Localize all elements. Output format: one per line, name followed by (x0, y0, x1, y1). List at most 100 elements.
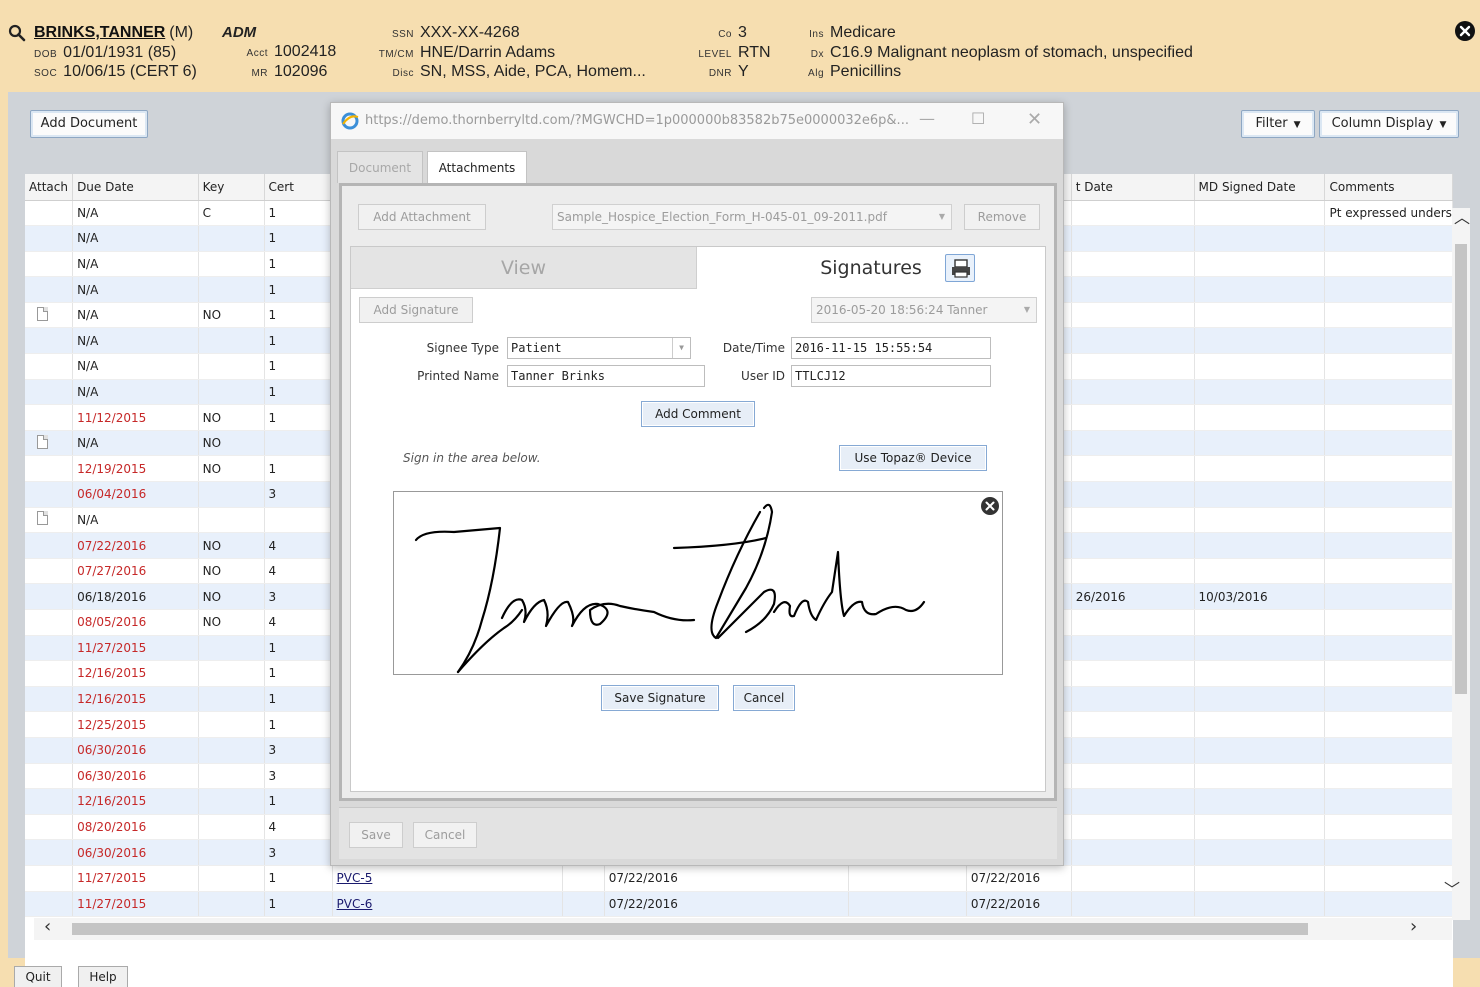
user-id-field[interactable]: TTLCJ12 (791, 365, 991, 387)
attach-cell (25, 763, 74, 790)
attach-cell (25, 327, 74, 355)
clear-signature-icon[interactable] (980, 496, 1000, 516)
attachment-icon[interactable] (37, 434, 48, 449)
printer-icon[interactable] (945, 254, 975, 282)
minimize-icon[interactable]: — (919, 109, 935, 128)
close-patient-icon[interactable] (1454, 20, 1476, 42)
attach-cell (25, 379, 74, 406)
md-signed-date-cell (1194, 532, 1326, 559)
signature-canvas[interactable] (393, 491, 1003, 675)
datetime-field[interactable]: 2016-11-15 15:55:54 (791, 337, 991, 359)
horizontal-scrollbar[interactable]: ‹ › (34, 916, 1452, 940)
patient-name-link[interactable]: BRINKS,TANNER (34, 24, 165, 42)
signature-history-select[interactable]: 2016-05-20 18:56:24 Tanner ▼ (811, 297, 1037, 323)
attachment-icon[interactable] (37, 511, 48, 526)
add-signature-button[interactable]: Add Signature (359, 297, 473, 323)
md-signed-date-cell (1194, 225, 1326, 252)
tab-signatures[interactable]: Signatures (697, 247, 1045, 289)
attach-cell (25, 276, 74, 303)
use-topaz-device-button[interactable]: Use Topaz® Device (839, 445, 987, 471)
signee-type-select[interactable]: Patient ▼ (507, 337, 691, 359)
sent-date-cell: 26/2016 (1071, 583, 1195, 610)
cancel-signature-button[interactable]: Cancel (733, 685, 795, 711)
vertical-scrollbar[interactable]: ︿ (1452, 208, 1470, 920)
md-signed-date-cell (1194, 276, 1326, 303)
due-date-cell: N/A (72, 225, 199, 252)
attachment-select[interactable]: Sample_Hospice_Election_Form_H-045-01_09… (552, 204, 952, 230)
md-signed-date-cell (1194, 865, 1326, 892)
co-value: 3 (738, 24, 747, 41)
key-cell (198, 379, 265, 406)
comments-cell (1324, 839, 1453, 866)
key-cell (198, 327, 265, 355)
scroll-down-icon[interactable]: ﹀ (1444, 876, 1460, 900)
save-signature-button[interactable]: Save Signature (601, 685, 719, 711)
cert-cell (264, 507, 333, 534)
col-header-sent-date[interactable]: t Date (1071, 174, 1195, 201)
sent-date-cell (1071, 200, 1195, 227)
cell (562, 891, 605, 918)
horizontal-scroll-thumb[interactable] (72, 923, 1308, 935)
due-date-cell: N/A (72, 276, 199, 303)
add-attachment-button[interactable]: Add Attachment (358, 204, 486, 230)
col-header-due-date[interactable]: Due Date (72, 174, 199, 201)
due-date-cell: N/A (72, 379, 199, 406)
key-cell (198, 711, 265, 738)
tab-attachments[interactable]: Attachments (427, 151, 527, 183)
col-header-key[interactable]: Key (198, 174, 265, 201)
attachment-dialog: https://demo.thornberryltd.com/?MGWCHD=1… (330, 102, 1064, 866)
help-button[interactable]: Help (78, 966, 128, 987)
maximize-icon[interactable]: ☐ (971, 109, 985, 128)
scroll-left-icon[interactable]: ‹ (44, 916, 51, 937)
sent-date-cell (1071, 302, 1195, 329)
scroll-up-icon[interactable]: ︿ (1454, 204, 1470, 228)
tab-document[interactable]: Document (337, 151, 423, 183)
filter-button[interactable]: Filter ▼ (1241, 110, 1315, 138)
user-id-label: User ID (741, 369, 785, 383)
comments-cell (1324, 251, 1453, 278)
table-row[interactable]: 11/27/2015 1 PVC-5 07/22/2016 07/22/2016 (25, 865, 1453, 892)
table-row[interactable]: 11/27/2015 1 PVC-6 07/22/2016 07/22/2016 (25, 891, 1453, 918)
md-signed-date-cell: 10/03/2016 (1194, 583, 1326, 610)
sent-date-cell (1071, 327, 1195, 355)
comments-cell (1324, 788, 1453, 815)
remove-button[interactable]: Remove (964, 204, 1040, 230)
cancel-button[interactable]: Cancel (413, 822, 477, 848)
col-header-attach[interactable]: Attach (25, 174, 74, 201)
sent-date-cell (1071, 251, 1195, 278)
tmcm-label: TM/CM (378, 48, 414, 60)
comments-cell (1324, 481, 1453, 508)
due-date-cell: 12/19/2015 (72, 455, 199, 483)
vertical-scroll-thumb[interactable] (1455, 244, 1467, 694)
search-icon[interactable] (8, 24, 26, 42)
attachment-icon[interactable] (37, 306, 48, 321)
document-cell[interactable]: PVC-6 (332, 891, 563, 918)
cert-cell: 1 (264, 891, 333, 918)
add-document-button[interactable]: Add Document (30, 110, 148, 138)
col-header-comments[interactable]: Comments (1324, 174, 1453, 201)
attach-cell (25, 430, 74, 457)
column-display-button[interactable]: Column Display ▼ (1319, 110, 1459, 138)
cert-cell: 1 (264, 200, 333, 227)
add-comment-button[interactable]: Add Comment (641, 401, 755, 427)
quit-button[interactable]: Quit (14, 966, 62, 987)
document-cell[interactable]: PVC-5 (332, 865, 563, 892)
date-cell: 07/22/2016 (604, 865, 849, 892)
cert-cell: 1 (264, 353, 333, 380)
close-icon[interactable]: ✕ (1027, 109, 1042, 130)
comments-cell (1324, 711, 1453, 738)
acct-label: Acct (246, 48, 268, 59)
sent-date-cell (1071, 788, 1195, 815)
key-cell (198, 353, 265, 380)
attach-cell (25, 865, 74, 892)
tab-view[interactable]: View (351, 247, 697, 289)
col-header-md-signed-date[interactable]: MD Signed Date (1194, 174, 1326, 201)
chevron-down-icon: ▼ (1023, 305, 1030, 314)
ins-value: Medicare (830, 24, 896, 41)
date-cell: 07/22/2016 (966, 865, 1072, 892)
printed-name-field[interactable]: Tanner Brinks (507, 365, 705, 387)
col-header-cert[interactable]: Cert (264, 174, 333, 201)
sent-date-cell (1071, 404, 1195, 431)
save-button[interactable]: Save (349, 822, 403, 848)
scroll-right-icon[interactable]: › (1410, 916, 1417, 937)
